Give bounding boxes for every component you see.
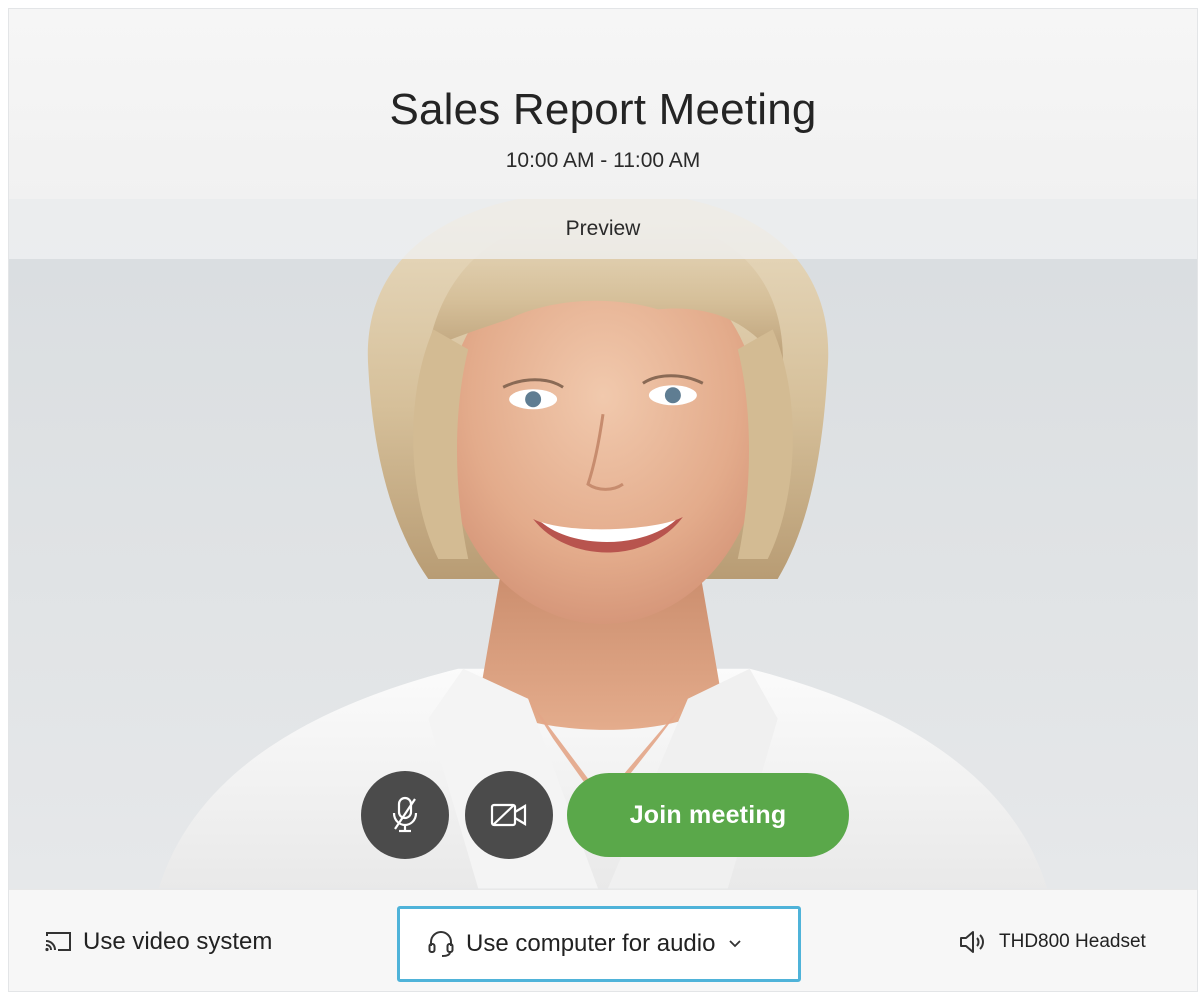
join-meeting-button[interactable]: Join meeting [567, 773, 849, 857]
speaker-icon [960, 931, 984, 953]
speaker-device-button[interactable]: THD800 Headset [959, 930, 1146, 954]
use-video-system-button[interactable]: Use video system [43, 928, 272, 956]
headset-icon [428, 930, 454, 957]
meeting-header: Sales Report Meeting 10:00 AM - 11:00 AM [9, 9, 1197, 199]
cast-screen-icon [45, 932, 71, 952]
video-off-icon [490, 803, 527, 827]
video-toggle-button[interactable] [465, 771, 553, 859]
speaker-device-label: THD800 Headset [999, 931, 1146, 952]
audio-connection-label: Use computer for audio [466, 930, 716, 957]
mute-button[interactable] [361, 771, 449, 859]
meeting-join-window: Sales Report Meeting 10:00 AM - 11:00 AM… [8, 8, 1198, 992]
microphone-muted-icon [392, 796, 418, 833]
meeting-time: 10:00 AM - 11:00 AM [505, 149, 701, 172]
audio-connection-dropdown[interactable]: Use computer for audio [397, 906, 801, 982]
preview-label-bar: Preview [9, 199, 1197, 259]
meeting-title: Sales Report Meeting [389, 85, 817, 134]
chevron-down-icon [729, 940, 742, 948]
bottom-bar: Use video system Use computer for audio [9, 889, 1197, 991]
preview-label: Preview [565, 217, 641, 240]
use-video-system-label: Use video system [83, 928, 273, 955]
